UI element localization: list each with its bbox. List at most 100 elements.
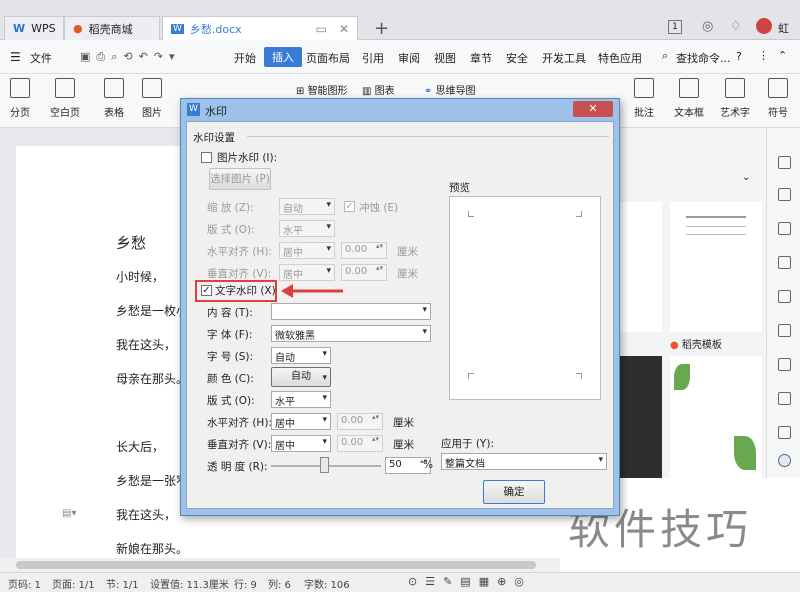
scale-select[interactable]: 自动 xyxy=(279,198,335,215)
color-button[interactable]: 自动 xyxy=(271,367,331,387)
new-tab-plus-icon[interactable]: + xyxy=(374,18,389,39)
washout-checkbox[interactable]: ✓ xyxy=(344,201,355,212)
pen-icon[interactable] xyxy=(778,156,791,169)
page-break-button[interactable]: 分页 xyxy=(10,78,30,119)
search-icon[interactable]: ⌕ xyxy=(662,49,668,63)
menu-references[interactable]: 引用 xyxy=(362,50,384,66)
menu-view[interactable]: 视图 xyxy=(434,50,456,66)
margin-mark xyxy=(576,211,582,217)
valign-offset[interactable]: 0.00 xyxy=(341,264,387,281)
tab-document[interactable]: W 乡愁.docx ▭ ✕ xyxy=(162,16,358,40)
symbol-button[interactable]: 符号 xyxy=(768,78,788,119)
close-icon[interactable]: ✕ xyxy=(573,101,613,117)
tab-label: WPS xyxy=(31,22,56,35)
layout-select[interactable]: 水平 xyxy=(279,220,335,237)
view-mode-icons[interactable]: ⊙☰✎▤▦⊕◎ xyxy=(408,575,532,588)
select-picture-button[interactable]: 选择图片 (P) xyxy=(209,168,271,190)
page-number[interactable]: 页码: 1 xyxy=(8,576,41,591)
text-valign-select[interactable]: 居中 xyxy=(271,435,331,452)
docer-template-label[interactable]: ● 稻壳模板 xyxy=(670,336,722,351)
halign-select[interactable]: 居中 xyxy=(279,242,335,259)
section-count[interactable]: 节: 1/1 xyxy=(106,576,139,591)
menu-insert[interactable]: 插入 xyxy=(264,47,302,67)
text-layout-select[interactable]: 水平 xyxy=(271,391,331,408)
valign-select[interactable]: 居中 xyxy=(279,264,335,281)
more-icon[interactable]: ⋮ xyxy=(758,49,769,62)
unit-label: 厘米 xyxy=(393,417,414,429)
quick-access-icons[interactable]: ▣⎙⌕⟲↶↷▾ xyxy=(80,50,181,64)
title-bar: W WPS ● 稻壳商城 W 乡愁.docx ▭ ✕ + 1 ◎ ♢ 虹 xyxy=(0,0,800,40)
smart-art-button[interactable]: ⊞ 智能图形 xyxy=(296,82,348,97)
chevron-down-icon[interactable]: ⌄ xyxy=(742,172,750,183)
blank-page-button[interactable]: 空白页 xyxy=(50,78,80,119)
skin-icon[interactable]: ◎ xyxy=(702,19,713,34)
mind-map-button[interactable]: ⚭ 思维导图 xyxy=(424,82,476,97)
horizontal-scrollbar[interactable] xyxy=(0,558,562,572)
comment-button[interactable]: 批注 xyxy=(634,78,654,119)
transparency-slider-handle[interactable] xyxy=(320,457,329,473)
text-halign-select[interactable]: 居中 xyxy=(271,413,331,430)
halign-offset[interactable]: 0.00 xyxy=(341,242,387,259)
cursor-icon[interactable] xyxy=(778,188,791,201)
picture-button[interactable]: 图片 xyxy=(142,78,162,119)
table-button[interactable]: 表格 xyxy=(104,78,124,119)
user-name[interactable]: 虹 xyxy=(778,20,789,36)
collapse-icon[interactable]: ⌃ xyxy=(778,49,787,62)
text-watermark-checkbox[interactable]: ✓ xyxy=(201,285,212,296)
word-count[interactable]: 字数: 106 xyxy=(304,576,350,591)
mind-map-icon: ⚭ xyxy=(424,86,436,97)
avatar[interactable] xyxy=(756,18,772,34)
backup-icon[interactable] xyxy=(778,358,791,371)
tools-icon[interactable] xyxy=(778,392,791,405)
transparency-label: 透 明 度 (R): xyxy=(207,461,268,473)
template-toggle-icon[interactable] xyxy=(778,454,791,467)
content-input[interactable] xyxy=(271,303,431,320)
margin-mark xyxy=(468,373,474,379)
apply-to-label: 应用于 (Y): xyxy=(441,438,494,450)
text-box-button[interactable]: 文本框 xyxy=(674,78,704,119)
page-count[interactable]: 页面: 1/1 xyxy=(52,576,95,591)
star-icon[interactable] xyxy=(778,290,791,303)
menu-review[interactable]: 审阅 xyxy=(398,50,420,66)
size-select[interactable]: 自动 xyxy=(271,347,331,364)
page-break-icon xyxy=(10,78,30,98)
apply-to-select[interactable]: 整篇文档 xyxy=(441,453,607,470)
text-valign-offset[interactable]: 0.00 xyxy=(337,435,383,452)
tab-docer-store[interactable]: ● 稻壳商城 xyxy=(64,16,160,40)
menu-developer[interactable]: 开发工具 xyxy=(542,50,586,66)
margin-mark xyxy=(576,373,582,379)
paragraph-icon[interactable]: ▤▾ xyxy=(62,508,76,519)
help-button[interactable]: ? xyxy=(736,50,742,63)
setting-value[interactable]: 设置值: 11.3厘米 xyxy=(150,576,229,591)
tab-wps[interactable]: W WPS xyxy=(4,16,64,40)
monitor-icon[interactable]: ▭ xyxy=(316,22,327,36)
text-halign-offset[interactable]: 0.00 xyxy=(337,413,383,430)
template-thumb[interactable] xyxy=(670,356,762,478)
count-badge[interactable]: 1 xyxy=(668,20,682,34)
share-icon[interactable] xyxy=(778,324,791,337)
menu-file[interactable]: 文件 xyxy=(30,50,52,66)
template-thumb[interactable] xyxy=(670,202,762,332)
close-icon[interactable]: ✕ xyxy=(339,22,349,36)
menu-home[interactable]: 开始 xyxy=(234,50,256,66)
word-art-button[interactable]: 艺术字 xyxy=(720,78,750,119)
scroll-thumb[interactable] xyxy=(16,561,536,569)
menu-features[interactable]: 特色应用 xyxy=(598,50,642,66)
picture-watermark-checkbox[interactable] xyxy=(201,152,212,163)
halign-label: 水平对齐 (H): xyxy=(207,246,272,258)
section-title: 水印设置 xyxy=(193,132,235,144)
menu-page-layout[interactable]: 页面布局 xyxy=(306,50,350,66)
font-select[interactable]: 微软雅黑 xyxy=(271,325,431,342)
adjust-icon[interactable] xyxy=(778,256,791,269)
shirt-icon[interactable]: ♢ xyxy=(730,19,742,34)
command-search[interactable]: 查找命令... xyxy=(676,50,731,66)
hamburger-icon[interactable]: ☰ xyxy=(10,50,21,64)
menu-security[interactable]: 安全 xyxy=(506,50,528,66)
chart-button[interactable]: ▥ 图表 xyxy=(362,82,395,97)
ok-button[interactable]: 确定 xyxy=(483,480,545,504)
shapes-icon[interactable] xyxy=(778,222,791,235)
doc-line: 母亲在那头。 xyxy=(116,372,189,386)
menu-chapter[interactable]: 章节 xyxy=(470,50,492,66)
tab-label: 乡愁.docx xyxy=(189,22,242,36)
picture-icon[interactable] xyxy=(778,426,791,439)
